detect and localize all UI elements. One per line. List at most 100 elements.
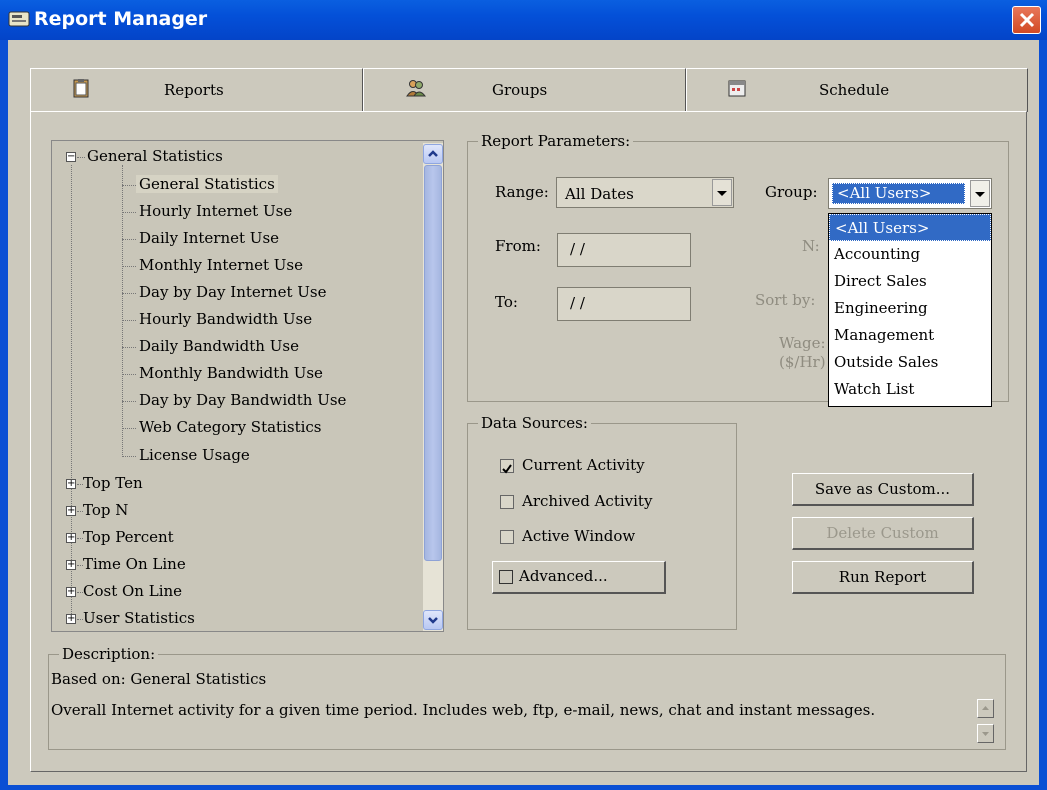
chevron-down-icon [428, 617, 438, 624]
archived-activity-label[interactable]: Archived Activity [522, 492, 652, 510]
tree-item[interactable]: Web Category Statistics [139, 418, 322, 436]
to-date-field[interactable]: / / [557, 287, 691, 321]
tree-item[interactable]: Hourly Bandwidth Use [139, 310, 312, 328]
tree-item-top-ten[interactable]: Top Ten [83, 474, 143, 492]
n-label: N: [802, 237, 820, 255]
description-legend: Description: [62, 645, 156, 663]
arrow-down-icon [982, 732, 989, 736]
app-icon [8, 11, 30, 27]
tab-schedule-label: Schedule [819, 81, 890, 99]
current-activity-checkbox[interactable] [500, 459, 514, 474]
group-option[interactable]: Accounting [829, 241, 991, 268]
tree-item-cost-on-line[interactable]: Cost On Line [83, 582, 182, 600]
tree-item-top-percent[interactable]: Top Percent [83, 528, 174, 546]
tree-item[interactable]: Day by Day Internet Use [139, 283, 326, 301]
range-value: All Dates [565, 185, 634, 203]
group-option[interactable]: Management [829, 322, 991, 349]
data-sources-legend: Data Sources: [481, 414, 588, 432]
tab-reports-label: Reports [164, 81, 224, 99]
tree-item[interactable]: Day by Day Bandwidth Use [139, 391, 346, 409]
checkmark-icon [502, 464, 512, 474]
run-report-button[interactable]: Run Report [792, 561, 974, 594]
close-button[interactable] [1012, 6, 1041, 34]
wage-label: Wage: [779, 334, 826, 352]
tree-item-user-statistics[interactable]: User Statistics [83, 609, 195, 627]
based-on-text: Based on: General Statistics [51, 670, 267, 688]
tree-scrollbar[interactable] [423, 143, 443, 631]
from-date-field[interactable]: / / [557, 233, 691, 267]
tab-strip: Reports Groups Schedule [30, 68, 1028, 112]
save-as-custom-button[interactable]: Save as Custom... [792, 473, 974, 506]
group-dropdown-button[interactable] [970, 180, 990, 207]
tree-item-top-n[interactable]: Top N [83, 501, 128, 519]
expand-icon[interactable]: + [66, 587, 76, 597]
tree-root-general-statistics[interactable]: General Statistics [87, 147, 223, 165]
range-label: Range: [495, 183, 549, 201]
tab-reports[interactable]: Reports [30, 68, 363, 112]
description-scroll-down[interactable] [977, 724, 994, 743]
tree-item[interactable]: Daily Bandwidth Use [139, 337, 299, 355]
tree-item-time-on-line[interactable]: Time On Line [83, 555, 186, 573]
range-dropdown-button[interactable] [712, 179, 732, 206]
sort-by-label: Sort by: [755, 291, 816, 309]
group-option[interactable]: Outside Sales [829, 349, 991, 376]
range-select[interactable]: All Dates [556, 177, 734, 208]
scroll-up-button[interactable] [423, 144, 443, 164]
tree-item[interactable]: License Usage [139, 446, 250, 464]
expand-icon[interactable]: + [66, 560, 76, 570]
tab-schedule[interactable]: Schedule [686, 68, 1028, 112]
tree-item[interactable]: Hourly Internet Use [139, 202, 292, 220]
report-parameters-legend: Report Parameters: [481, 132, 631, 150]
tree-item-general-statistics[interactable]: General Statistics [136, 175, 278, 193]
expand-icon[interactable]: + [66, 614, 76, 624]
group-option[interactable]: Engineering [829, 295, 991, 322]
group-value: <All Users> [832, 183, 965, 204]
scroll-thumb[interactable] [424, 165, 442, 561]
users-icon [406, 80, 426, 97]
expand-icon[interactable]: + [66, 479, 76, 489]
description-scroll-up[interactable] [977, 699, 994, 718]
group-option[interactable]: Watch List [829, 376, 991, 403]
tree-item[interactable]: Monthly Internet Use [139, 256, 303, 274]
description-text: Overall Internet activity for a given ti… [51, 701, 876, 719]
group-option[interactable]: Direct Sales [829, 268, 991, 295]
chevron-up-icon [428, 150, 438, 157]
group-select[interactable]: <All Users> [828, 178, 992, 209]
description-group: Description: [48, 645, 1006, 750]
active-window-label[interactable]: Active Window [522, 527, 635, 545]
data-sources-group: Data Sources: [467, 414, 737, 630]
group-option[interactable]: <All Users> [829, 214, 991, 241]
expand-icon[interactable]: + [66, 533, 76, 543]
report-manager-window: Report Manager Reports Groups Schedule −… [0, 0, 1047, 790]
title-bar[interactable]: Report Manager [0, 0, 1047, 40]
tree-item[interactable]: Daily Internet Use [139, 229, 279, 247]
collapse-icon[interactable]: − [66, 152, 76, 162]
tab-groups-label: Groups [492, 81, 548, 99]
arrow-up-icon [982, 706, 989, 710]
archived-activity-checkbox[interactable] [500, 495, 514, 509]
delete-custom-label: Delete Custom [826, 524, 939, 542]
to-label: To: [495, 293, 518, 311]
active-window-checkbox[interactable] [500, 530, 514, 544]
delete-custom-button[interactable]: Delete Custom [792, 517, 974, 550]
chevron-down-icon [975, 192, 985, 197]
group-dropdown-list[interactable]: <All Users> Accounting Direct Sales Engi… [828, 213, 992, 407]
advanced-checkbox-icon [499, 570, 513, 584]
report-tree[interactable]: − General Statistics General Statistics … [51, 140, 444, 632]
clipboard-icon [73, 79, 89, 98]
run-report-label: Run Report [838, 568, 927, 586]
advanced-label: Advanced... [519, 567, 608, 585]
group-label: Group: [765, 183, 818, 201]
advanced-button[interactable]: Advanced... [492, 561, 666, 594]
calendar-icon [728, 80, 746, 97]
scroll-down-button[interactable] [423, 610, 443, 630]
window-title: Report Manager [34, 8, 208, 30]
save-as-custom-label: Save as Custom... [814, 480, 951, 498]
expand-icon[interactable]: + [66, 506, 76, 516]
tab-groups[interactable]: Groups [363, 68, 686, 112]
close-icon [1019, 12, 1035, 28]
current-activity-label[interactable]: Current Activity [522, 456, 645, 474]
chevron-down-icon [717, 191, 727, 196]
tree-item[interactable]: Monthly Bandwidth Use [139, 364, 323, 382]
from-label: From: [495, 237, 541, 255]
